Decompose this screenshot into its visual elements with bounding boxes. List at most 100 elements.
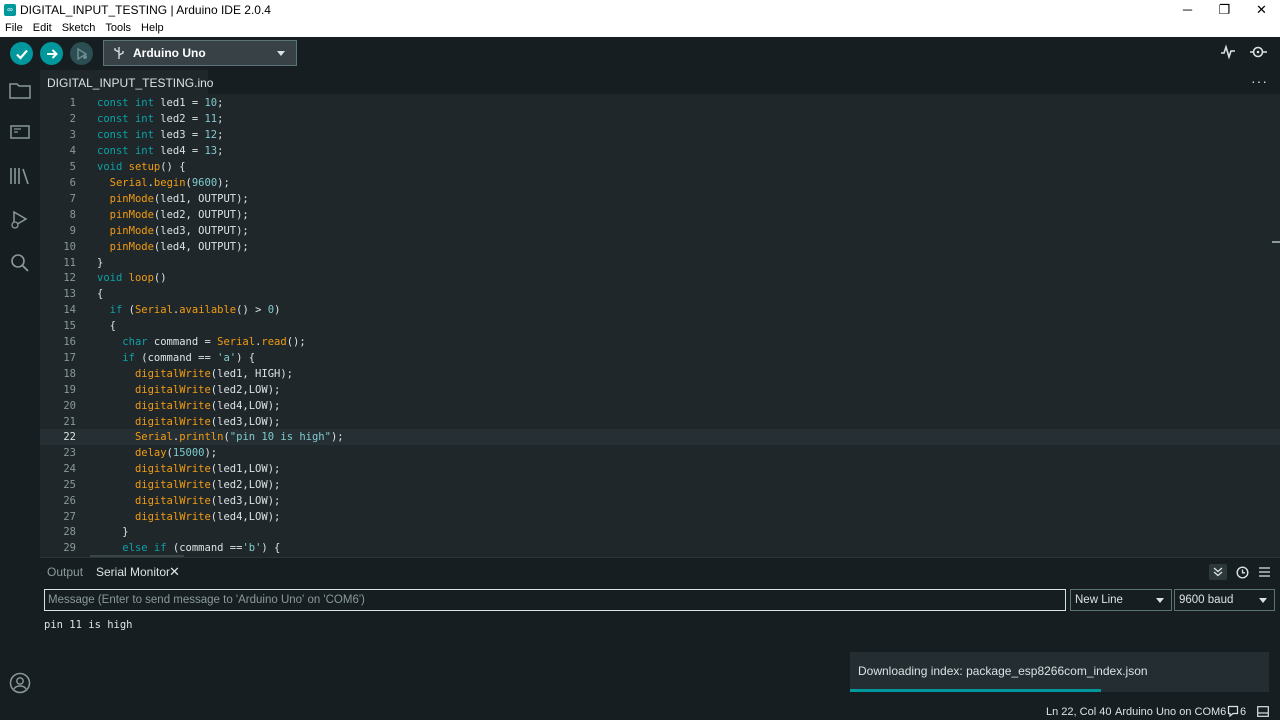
menu-edit[interactable]: Edit — [28, 22, 57, 34]
code-line: 3 const int led3 = 12; — [40, 127, 1280, 143]
code-line: 23 delay(15000); — [40, 445, 1280, 461]
code-line: 20 digitalWrite(led4,LOW); — [40, 398, 1280, 414]
line-number: 26 — [63, 495, 76, 507]
autoscroll-button[interactable] — [1209, 564, 1227, 580]
line-number: 5 — [69, 161, 76, 173]
title-bar: ∞ DIGITAL_INPUT_TESTING | Arduino IDE 2.… — [0, 0, 1280, 19]
board-port-status[interactable]: Arduino Uno on COM6 — [1115, 706, 1226, 718]
arduino-logo-icon: ∞ — [4, 3, 16, 16]
usb-icon — [114, 47, 124, 59]
line-number: 3 — [69, 129, 76, 141]
line-number: 20 — [63, 400, 76, 412]
clear-output-button[interactable] — [1255, 564, 1273, 580]
code-line: 16 char command = Serial.read(); — [40, 334, 1280, 350]
code-line: 25 digitalWrite(led2,LOW); — [40, 477, 1280, 493]
code-line: 18 digitalWrite(led1, HIGH); — [40, 366, 1280, 382]
code-line: 11} — [40, 255, 1280, 271]
code-line: 29 else if (command =='b') { — [40, 540, 1280, 556]
minimize-button[interactable]: ─ — [1169, 2, 1206, 17]
boards-manager-button[interactable] — [8, 120, 32, 144]
code-line: 24 digitalWrite(led1,LOW); — [40, 461, 1280, 477]
code-line: 7 pinMode(led1, OUTPUT); — [40, 191, 1280, 207]
board-name: Arduino Uno — [133, 46, 206, 60]
menu-file[interactable]: File — [0, 22, 28, 34]
verify-button[interactable] — [10, 42, 33, 65]
line-number: 29 — [63, 542, 76, 554]
line-number: 4 — [69, 145, 76, 157]
line-number: 10 — [63, 241, 76, 253]
debug-button[interactable] — [70, 42, 93, 65]
baud-rate-value: 9600 baud — [1179, 594, 1234, 606]
clear-list-icon — [1258, 567, 1270, 577]
menu-bar: File Edit Sketch Tools Help — [0, 19, 1280, 37]
code-line: 27 digitalWrite(led4,LOW); — [40, 509, 1280, 525]
notifications-button[interactable] — [1227, 705, 1239, 720]
line-number: 19 — [63, 384, 76, 396]
tab-serial-monitor[interactable]: Serial Monitor — [96, 565, 170, 579]
search-button[interactable] — [8, 251, 32, 275]
line-number: 11 — [63, 257, 76, 269]
more-actions-button[interactable]: ··· — [1251, 73, 1268, 89]
line-ending-select[interactable]: New Line — [1070, 589, 1172, 611]
chevron-down-icon — [1259, 598, 1267, 603]
code-line: 8 pinMode(led2, OUTPUT); — [40, 207, 1280, 223]
line-number: 23 — [63, 447, 76, 459]
upload-button[interactable] — [40, 42, 63, 65]
line-number: 25 — [63, 479, 76, 491]
toggle-panel-button[interactable] — [1257, 706, 1269, 720]
toolbar: Arduino Uno — [0, 37, 1280, 70]
serial-plotter-button[interactable] — [1220, 44, 1236, 65]
code-line: 15 { — [40, 318, 1280, 334]
close-icon[interactable]: ✕ — [169, 564, 180, 580]
search-icon — [11, 254, 29, 272]
tab-sketch-file[interactable]: DIGITAL_INPUT_TESTING.ino — [40, 70, 213, 94]
board-icon — [10, 125, 30, 139]
serial-monitor-button[interactable] — [1250, 44, 1268, 65]
line-number: 12 — [63, 272, 76, 284]
menu-sketch[interactable]: Sketch — [57, 22, 101, 34]
menu-tools[interactable]: Tools — [100, 22, 136, 34]
library-manager-button[interactable] — [8, 164, 32, 188]
library-icon — [10, 168, 29, 185]
code-line: 26 digitalWrite(led3,LOW); — [40, 493, 1280, 509]
verify-icon — [15, 49, 28, 60]
line-number: 18 — [63, 368, 76, 380]
upload-icon — [46, 48, 58, 59]
code-line: 10 pinMode(led4, OUTPUT); — [40, 239, 1280, 255]
editor-tab-bar: DIGITAL_INPUT_TESTING.ino ··· — [40, 70, 1280, 94]
restore-button[interactable]: ❐ — [1206, 2, 1243, 18]
debug-run-icon — [11, 210, 28, 229]
board-selector[interactable]: Arduino Uno — [103, 40, 297, 66]
download-notification: Downloading index: package_esp8266com_in… — [850, 652, 1269, 692]
chevrons-down-icon — [1213, 567, 1223, 577]
line-number: 9 — [69, 225, 76, 237]
line-number: 7 — [69, 193, 76, 205]
bell-icon — [1227, 705, 1239, 718]
line-number: 22 — [63, 431, 76, 443]
code-line: 1 const int led1 = 10; — [40, 95, 1280, 111]
close-window-button[interactable]: ✕ — [1243, 2, 1280, 18]
serial-plotter-icon — [1221, 44, 1235, 60]
serial-output-line: pin 11 is high — [44, 619, 133, 631]
code-line: 5 void setup() { — [40, 159, 1280, 175]
code-line-active: 22 Serial.println("pin 10 is high"); — [40, 429, 1280, 445]
sketchbook-button[interactable] — [8, 78, 32, 102]
cursor-position[interactable]: Ln 22, Col 40 — [1046, 706, 1111, 718]
line-number: 14 — [63, 304, 76, 316]
tab-output[interactable]: Output — [47, 565, 83, 579]
panel-layout-icon — [1257, 706, 1269, 717]
debug-sidebar-button[interactable] — [8, 208, 32, 232]
serial-message-input[interactable] — [44, 589, 1066, 611]
timestamp-button[interactable] — [1233, 564, 1251, 580]
code-editor[interactable]: 1 const int led1 = 10; 2 const int led2 = … — [40, 94, 1280, 557]
profile-button[interactable] — [8, 671, 32, 695]
code-line: 14 if (Serial.available() > 0) — [40, 302, 1280, 318]
serial-monitor-icon — [1250, 46, 1267, 58]
baud-rate-select[interactable]: 9600 baud — [1174, 589, 1275, 611]
clock-icon — [1235, 565, 1249, 579]
line-number: 1 — [69, 97, 76, 109]
line-number: 16 — [63, 336, 76, 348]
code-line: 21 digitalWrite(led3,LOW); — [40, 414, 1280, 430]
menu-help[interactable]: Help — [136, 22, 169, 34]
code-line: 9 pinMode(led3, OUTPUT); — [40, 223, 1280, 239]
